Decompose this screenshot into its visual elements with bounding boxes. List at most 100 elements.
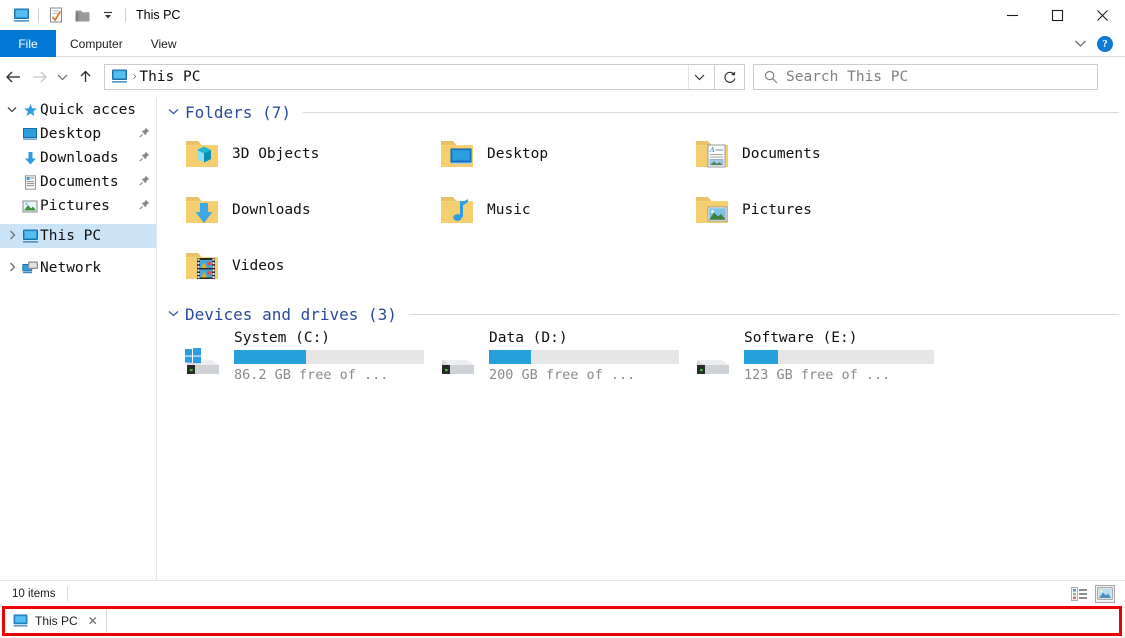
close-icon[interactable]: ✕ — [84, 614, 98, 628]
folder-videos-icon — [182, 245, 222, 287]
sidebar-item-label: Network — [40, 260, 102, 276]
pin-icon[interactable] — [139, 151, 150, 165]
tab-label: This PC — [35, 614, 78, 628]
breadcrumb-separator: › — [133, 71, 137, 82]
list-item[interactable]: 3D Objects — [172, 126, 427, 182]
details-view-icon[interactable] — [1069, 585, 1089, 603]
drive-icon — [690, 328, 736, 384]
network-icon — [20, 260, 40, 276]
pictures-icon — [20, 198, 40, 214]
sidebar-item-label: Quick acces — [40, 102, 137, 118]
documents-icon — [20, 174, 40, 190]
forward-button[interactable] — [26, 64, 52, 90]
window-title: This PC — [136, 8, 181, 22]
quick-access-toolbar: This PC — [0, 4, 180, 26]
navigation-bar: › This PC Search This PC — [0, 58, 1125, 95]
list-item[interactable]: System (C:) 86.2 GB free of ... — [172, 328, 427, 390]
item-count-label: 10 items — [12, 587, 56, 600]
pin-icon[interactable] — [139, 175, 150, 189]
up-button[interactable] — [72, 64, 98, 90]
tab-file[interactable]: File — [0, 30, 56, 57]
downloads-icon — [20, 150, 40, 166]
tab-this-pc[interactable]: This PC ✕ — [5, 609, 107, 633]
search-input[interactable]: Search This PC — [753, 63, 1098, 90]
status-bar: 10 items — [0, 580, 1125, 606]
this-pc-icon[interactable] — [8, 4, 34, 26]
sidebar-item-network[interactable]: Network — [0, 256, 156, 280]
sidebar-item-label: This PC — [40, 228, 102, 244]
drive-label: Software (E:) — [744, 330, 858, 346]
drive-label: System (C:) — [234, 330, 331, 346]
windows-drive-icon — [180, 328, 226, 384]
drive-usage-fill — [234, 350, 307, 364]
sidebar-item-quick-access[interactable]: Quick acces — [0, 98, 156, 122]
tab-computer[interactable]: Computer — [56, 30, 137, 57]
help-icon[interactable]: ? — [1097, 35, 1113, 52]
folder-documents-icon: A — [692, 133, 732, 175]
item-label: Pictures — [742, 202, 812, 218]
list-item[interactable]: Software (E:) 123 GB free of ... — [682, 328, 937, 390]
item-label: Downloads — [232, 202, 311, 218]
chevron-down-icon[interactable] — [1074, 35, 1087, 53]
breadcrumb-path[interactable]: This PC — [139, 69, 200, 85]
folder-desktop-icon — [437, 133, 477, 175]
list-item[interactable]: Data (D:) 200 GB free of ... — [427, 328, 682, 390]
item-label: Music — [487, 202, 531, 218]
chevron-down-icon[interactable] — [168, 106, 179, 118]
group-header-folders[interactable]: Folders (7) — [158, 98, 1125, 126]
pin-icon[interactable] — [139, 199, 150, 213]
sidebar-item-label: Desktop — [40, 126, 102, 142]
item-label: 3D Objects — [232, 146, 320, 162]
navigation-pane: Quick acces Desktop Downloads Documents … — [0, 98, 157, 580]
close-button[interactable] — [1080, 0, 1125, 30]
group-header-devices[interactable]: Devices and drives (3) — [158, 300, 1125, 328]
large-icons-view-icon[interactable] — [1095, 584, 1115, 603]
list-item[interactable]: A Documents — [682, 126, 937, 182]
drive-usage-fill — [489, 350, 531, 364]
drives-grid: System (C:) 86.2 GB free of ... Data (D:… — [158, 328, 1125, 390]
refresh-button[interactable] — [715, 63, 745, 90]
desktop-icon — [20, 126, 40, 142]
list-item[interactable]: Downloads — [172, 182, 427, 238]
pin-icon[interactable] — [139, 127, 150, 141]
chevron-right-icon[interactable] — [4, 262, 20, 275]
sidebar-item-pictures[interactable]: Pictures — [0, 194, 156, 218]
sidebar-item-documents[interactable]: Documents — [0, 170, 156, 194]
toolbar-divider-2 — [125, 8, 126, 22]
this-pc-icon — [109, 69, 130, 84]
maximize-button[interactable] — [1035, 0, 1080, 30]
sidebar-item-label: Downloads — [40, 150, 119, 166]
chevron-down-icon[interactable] — [4, 105, 20, 116]
back-button[interactable] — [0, 64, 26, 90]
sidebar-item-desktop[interactable]: Desktop — [0, 122, 156, 146]
group-title: Folders (7) — [185, 102, 291, 122]
address-dropdown-icon[interactable] — [688, 64, 710, 89]
chevron-down-icon[interactable] — [168, 308, 179, 320]
list-item[interactable]: Videos — [172, 238, 427, 294]
star-icon — [20, 102, 40, 118]
list-item[interactable]: Music — [427, 182, 682, 238]
tab-view[interactable]: View — [137, 30, 191, 57]
search-placeholder: Search This PC — [786, 68, 909, 85]
this-pc-icon — [20, 228, 40, 244]
chevron-right-icon[interactable] — [4, 230, 20, 243]
drive-icon — [435, 328, 481, 384]
title-bar: This PC — [0, 0, 1125, 30]
drive-usage-bar — [489, 350, 679, 364]
list-item[interactable]: Desktop — [427, 126, 682, 182]
drive-info: System (C:) 86.2 GB free of ... — [234, 328, 424, 383]
address-bar[interactable]: › This PC — [104, 63, 715, 90]
breadcrumb[interactable]: › This PC — [109, 69, 688, 85]
properties-icon[interactable] — [43, 4, 69, 26]
new-folder-icon[interactable] — [69, 4, 95, 26]
file-explorer-window: This PC File Computer View ? › This PC S… — [0, 0, 1125, 638]
recent-locations-icon[interactable] — [52, 64, 72, 90]
sidebar-item-downloads[interactable]: Downloads — [0, 146, 156, 170]
minimize-button[interactable] — [990, 0, 1035, 30]
this-pc-icon — [13, 614, 29, 628]
customize-chevron-icon[interactable] — [95, 4, 121, 26]
toolbar-divider-1 — [38, 8, 39, 22]
sidebar-item-this-pc[interactable]: This PC — [0, 224, 156, 248]
drive-free-text: 123 GB free of ... — [744, 367, 891, 383]
list-item[interactable]: Pictures — [682, 182, 937, 238]
